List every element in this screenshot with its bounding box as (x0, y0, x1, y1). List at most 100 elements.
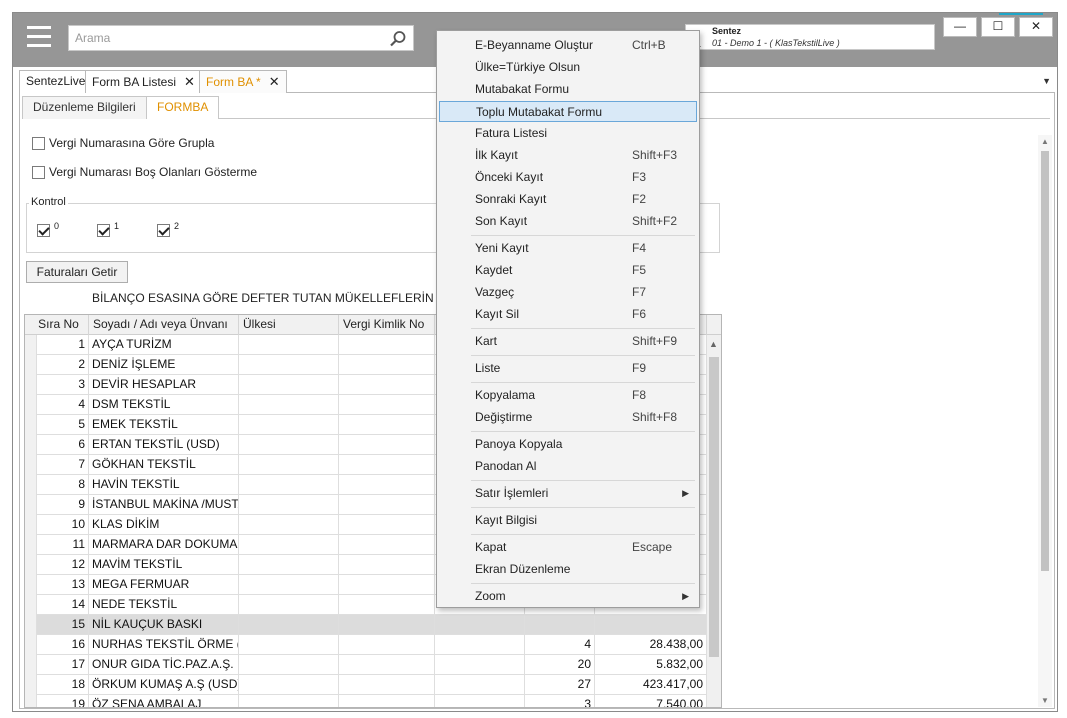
column-header-name[interactable]: Soyadı / Adı veya Ünvanı (89, 315, 239, 335)
menu-item-liste[interactable]: Liste F9 (439, 358, 697, 379)
cell-amount: 7.540,00 (595, 695, 707, 707)
menu-item-shortcut: F3 (632, 170, 647, 184)
menu-item-kayt-sil[interactable]: Kayıt Sil F6 (439, 304, 697, 325)
menu-item-yeni-kayt[interactable]: Yeni Kayıt F4 (439, 238, 697, 259)
cell-tax-id (339, 595, 435, 615)
scroll-up-icon[interactable]: ▲ (709, 339, 718, 349)
checkbox-box[interactable] (32, 137, 45, 150)
hide-empty-tax-checkbox[interactable]: Vergi Numarası Boş Olanları Gösterme (32, 165, 257, 179)
cell-tax-id (339, 455, 435, 475)
menu-item-label: Sonraki Kayıt (475, 192, 547, 206)
checkbox-box[interactable] (37, 223, 50, 237)
menu-item-label: Fatura Listesi (475, 126, 548, 140)
cell-sira-no: 11 (37, 535, 89, 555)
group-by-tax-checkbox[interactable]: Vergi Numarasına Göre Grupla (32, 136, 214, 150)
menu-item-ulketurkiye-olsun[interactable]: Ülke=Türkiye Olsun (439, 57, 697, 78)
menu-item-sonraki-kayt[interactable]: Sonraki Kayıt F2 (439, 189, 697, 210)
cell-country (239, 355, 339, 375)
row-indicator (25, 535, 37, 555)
close-window-button[interactable]: ✕ (1019, 17, 1053, 37)
cell-sira-no: 6 (37, 435, 89, 455)
menu-item-panodan-al[interactable]: Panodan Al (439, 456, 697, 477)
checkbox-box[interactable] (157, 223, 170, 237)
tab-form-ba[interactable]: Form BA * ✕ (199, 70, 287, 93)
cell-country (239, 675, 339, 695)
menu-separator (471, 583, 695, 584)
menu-item-panoya-kopyala[interactable]: Panoya Kopyala (439, 434, 697, 455)
menu-item-kapat[interactable]: Kapat Escape (439, 537, 697, 558)
menu-item-label: Kopyalama (475, 388, 536, 402)
fetch-invoices-button[interactable]: Faturaları Getir (26, 261, 128, 283)
scroll-down-icon[interactable]: ▼ (1041, 696, 1049, 705)
menu-separator (471, 480, 695, 481)
tab-form-ba-listesi[interactable]: Form BA Listesi ✕ (85, 70, 202, 93)
grid-scrollbar[interactable]: ▲ (707, 335, 721, 707)
column-header-country[interactable]: Ülkesi (239, 315, 339, 335)
menu-item-label: Liste (475, 361, 501, 375)
table-row[interactable]: 17 ONUR GIDA TİC.PAZ.A.Ş. 20 5.832,00 (25, 655, 721, 675)
checkbox-label: Vergi Numarasına Göre Grupla (49, 136, 215, 150)
tab-close-icon[interactable]: ✕ (269, 74, 280, 89)
kontrol-option-1[interactable]: 1 (97, 221, 119, 237)
cell-name: MARMARA DAR DOKUMA (89, 535, 239, 555)
menu-item-kayt-bilgisi[interactable]: Kayıt Bilgisi (439, 510, 697, 531)
cell-country (239, 495, 339, 515)
cell-country (239, 455, 339, 475)
hamburger-icon[interactable] (27, 26, 51, 48)
cell-country (239, 635, 339, 655)
cell-country (239, 335, 339, 355)
cell-tax-id (339, 535, 435, 555)
column-header-tax-id[interactable]: Vergi Kimlik No (339, 315, 435, 335)
page-scrollbar[interactable]: ▲ ▼ (1038, 135, 1052, 707)
menu-item-toplu-mutabakat-formu[interactable]: Toplu Mutabakat Formu (439, 101, 697, 122)
cell-name: KLAS DİKİM (89, 515, 239, 535)
cell-tax-id (339, 435, 435, 455)
row-indicator (25, 515, 37, 535)
scroll-thumb[interactable] (1041, 151, 1049, 571)
tab-close-icon[interactable]: ✕ (184, 74, 195, 89)
tab-sentezlive[interactable]: SentezLive (19, 70, 93, 93)
cell-name: MEGA FERMUAR (89, 575, 239, 595)
menu-item-label: E-Beyanname Oluştur (475, 38, 594, 52)
column-header-sira-no[interactable]: Sıra No (25, 315, 89, 335)
checkbox-box[interactable] (97, 223, 110, 237)
menu-item-son-kayt[interactable]: Son Kayıt Shift+F2 (439, 211, 697, 232)
menu-item-fatura-listesi[interactable]: Fatura Listesi (439, 123, 697, 144)
maximize-button[interactable]: ☐ (981, 17, 1015, 37)
kontrol-option-2[interactable]: 2 (157, 221, 179, 237)
menu-item-ilk-kayt[interactable]: İlk Kayıt Shift+F3 (439, 145, 697, 166)
menu-item-ekran-duzenleme[interactable]: Ekran Düzenleme (439, 559, 697, 580)
menu-item-shortcut: Shift+F8 (632, 410, 678, 424)
table-row[interactable]: 16 NURHAS TEKSTİL ÖRME (U 4 28.438,00 (25, 635, 721, 655)
menu-item-kopyalama[interactable]: Kopyalama F8 (439, 385, 697, 406)
menu-item-kaydet[interactable]: Kaydet F5 (439, 260, 697, 281)
user-panel[interactable]: Sentez 01 - Demo 1 - ( KlasTekstilLive ) (685, 24, 935, 50)
minimize-button[interactable]: — (943, 17, 977, 37)
scroll-thumb[interactable] (709, 357, 719, 657)
table-row[interactable]: 18 ÖRKUM KUMAŞ A.Ş (USD) 27 423.417,00 (25, 675, 721, 695)
tab-list-dropdown-icon[interactable]: ▼ (1042, 76, 1051, 86)
search-input[interactable] (69, 26, 379, 50)
cell-sira-no: 18 (37, 675, 89, 695)
menu-separator (471, 328, 695, 329)
table-row[interactable]: 19 ÖZ SENA AMBALAJ 3 7.540,00 (25, 695, 721, 707)
checkbox-box[interactable] (32, 166, 45, 179)
menu-item-zoom[interactable]: Zoom ▶ (439, 586, 697, 607)
menu-item-degistirme[interactable]: Değiştirme Shift+F8 (439, 407, 697, 428)
tab-label: SentezLive (26, 74, 86, 88)
row-indicator (25, 675, 37, 695)
menu-item-kart[interactable]: Kart Shift+F9 (439, 331, 697, 352)
menu-item-vazgec[interactable]: Vazgeç F7 (439, 282, 697, 303)
cell-sira-no: 2 (37, 355, 89, 375)
menu-item-e-beyanname-olustur[interactable]: E-Beyanname Oluştur Ctrl+B (439, 35, 697, 56)
table-row[interactable]: 15 NİL KAUÇUK BASKI (25, 615, 721, 635)
menu-item-onceki-kayt[interactable]: Önceki Kayıt F3 (439, 167, 697, 188)
subtab-formba[interactable]: FORMBA (146, 96, 220, 119)
menu-item-mutabakat-formu[interactable]: Mutabakat Formu (439, 79, 697, 100)
menu-item-satr-islemleri[interactable]: Satır İşlemleri ▶ (439, 483, 697, 504)
kontrol-option-0[interactable]: 0 (37, 221, 59, 237)
scroll-up-icon[interactable]: ▲ (1041, 137, 1049, 146)
cell-name: ÖZ SENA AMBALAJ (89, 695, 239, 707)
search-icon[interactable] (389, 30, 407, 48)
subtab-duzenleme-bilgileri[interactable]: Düzenleme Bilgileri (22, 96, 147, 119)
